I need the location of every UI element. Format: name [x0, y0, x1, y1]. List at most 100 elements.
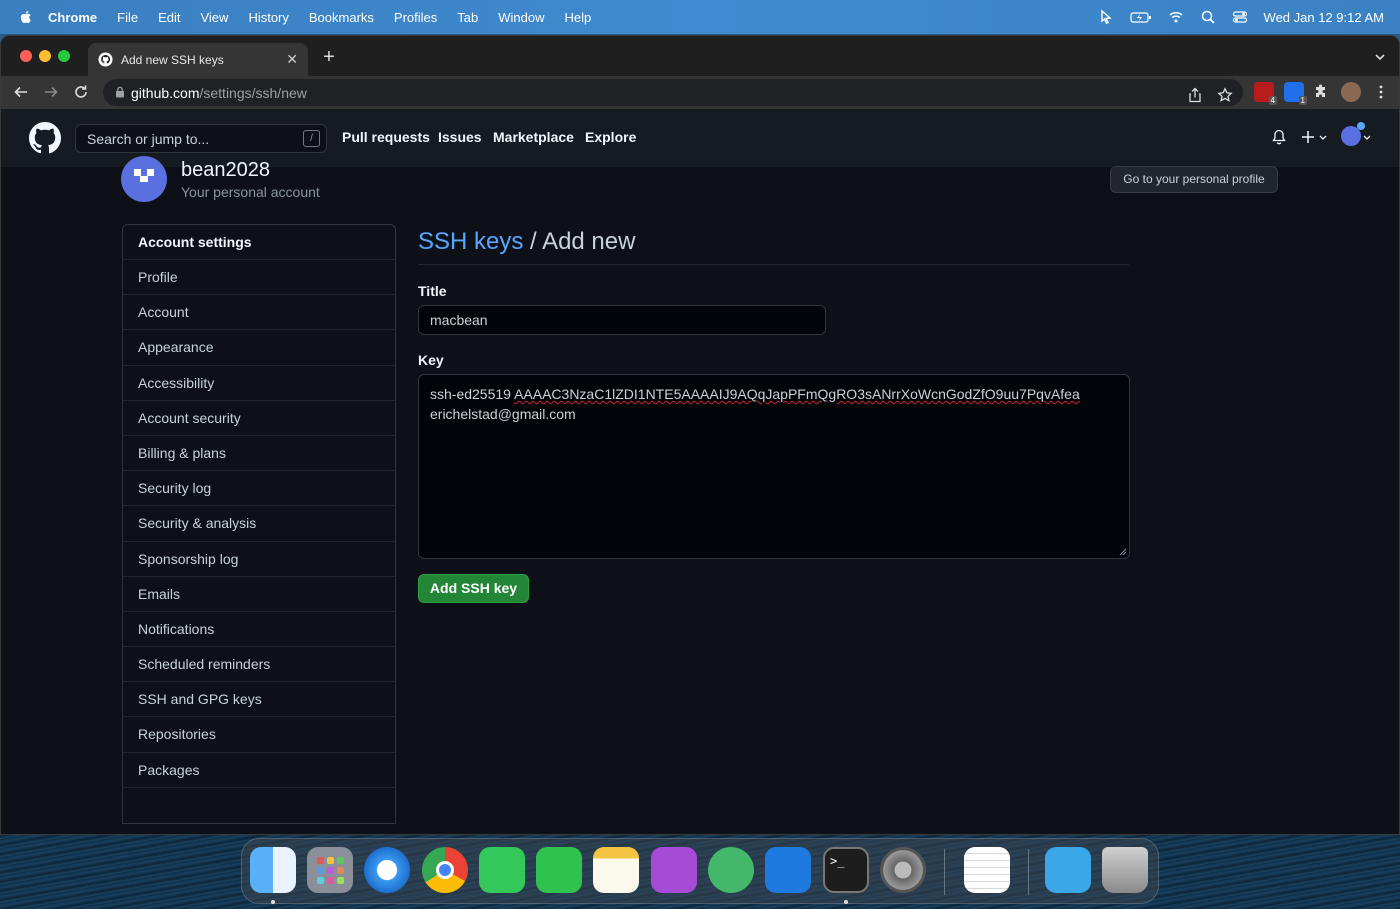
launchpad-icon[interactable]	[307, 847, 353, 893]
new-tab-button[interactable]: +	[319, 47, 339, 68]
nav-pull-requests[interactable]: Pull requests	[342, 129, 430, 145]
github-logo-icon[interactable]	[29, 122, 61, 154]
account-subtitle: Your personal account	[181, 184, 320, 200]
add-ssh-key-button[interactable]: Add SSH key	[418, 574, 529, 603]
control-center-icon[interactable]	[1232, 9, 1248, 25]
window-close-button[interactable]	[20, 50, 32, 62]
sidebar-item-security-analysis[interactable]: Security & analysis	[123, 506, 395, 542]
cursor-icon[interactable]	[1098, 9, 1114, 25]
sidebar-item-account[interactable]: Account	[123, 295, 395, 331]
resize-handle-icon[interactable]	[1119, 548, 1127, 556]
extensions-puzzle-icon[interactable]	[1313, 84, 1329, 100]
bookmark-star-icon[interactable]	[1217, 87, 1233, 103]
sidebar-heading: Account settings	[123, 225, 395, 260]
go-to-profile-button[interactable]: Go to your personal profile	[1110, 166, 1278, 193]
user-menu-avatar[interactable]	[1341, 122, 1365, 146]
key-body: AAAAC3NzaC1lZDI1NTE5AAAAIJ9AQqJapPFmQgRO…	[514, 386, 1080, 402]
terminal-icon[interactable]: >_	[823, 847, 869, 893]
facetime-icon[interactable]	[536, 847, 582, 893]
sidebar-item-profile[interactable]: Profile	[123, 260, 395, 296]
github-favicon-icon	[98, 52, 113, 67]
textedit-icon[interactable]	[964, 847, 1010, 893]
apple-icon[interactable]	[18, 9, 34, 25]
breadcrumb-current: Add new	[542, 228, 636, 255]
menubar-clock[interactable]: Wed Jan 12 9:12 AM	[1264, 10, 1384, 25]
messages-icon[interactable]	[479, 847, 525, 893]
sidebar-item-packages[interactable]: Packages	[123, 753, 395, 788]
chrome-profile-avatar[interactable]	[1341, 82, 1361, 102]
menu-help[interactable]: Help	[565, 10, 592, 25]
bitwarden-extension-icon[interactable]: 1	[1284, 82, 1307, 105]
finder-running-dot	[271, 900, 275, 904]
sidebar-item-emails[interactable]: Emails	[123, 577, 395, 612]
title-field[interactable]	[418, 305, 826, 335]
dock: >_	[241, 838, 1159, 904]
window-zoom-button[interactable]	[58, 50, 70, 62]
chrome-icon-center	[436, 861, 454, 879]
tab-title: Add new SSH keys	[121, 52, 224, 67]
share-icon[interactable]	[1187, 87, 1203, 103]
chrome-menu-kebab-icon[interactable]	[1373, 84, 1389, 100]
account-avatar[interactable]	[121, 156, 167, 202]
sidebar-item-security-log[interactable]: Security log	[123, 471, 395, 507]
sidebar-item-repositories[interactable]: Repositories	[123, 717, 395, 753]
search-shortcut-key: /	[303, 130, 320, 147]
spotlight-search-icon[interactable]	[1200, 9, 1216, 25]
window-minimize-button[interactable]	[39, 50, 51, 62]
menu-bookmarks[interactable]: Bookmarks	[309, 10, 374, 25]
battery-icon[interactable]	[1129, 9, 1152, 25]
menu-app-chrome[interactable]: Chrome	[48, 10, 97, 25]
sidebar-item-sponsorship-log[interactable]: Sponsorship log	[123, 542, 395, 577]
account-username[interactable]: bean2028	[181, 159, 270, 182]
finder-icon[interactable]	[250, 847, 296, 893]
key-comment: erichelstad@gmail.com	[430, 406, 576, 422]
breadcrumb-ssh-keys-link[interactable]: SSH keys	[418, 228, 523, 255]
ublock-extension-icon[interactable]: 4	[1254, 82, 1277, 105]
url-path: /settings/ssh/new	[199, 84, 307, 101]
menu-view[interactable]: View	[200, 10, 228, 25]
menu-edit[interactable]: Edit	[158, 10, 180, 25]
xcode-icon[interactable]	[765, 847, 811, 893]
notes-icon[interactable]	[593, 847, 639, 893]
menu-file[interactable]: File	[117, 10, 138, 25]
safari-icon[interactable]	[364, 847, 410, 893]
sidebar-item-billing[interactable]: Billing & plans	[123, 436, 395, 472]
trash-icon[interactable]	[1102, 847, 1148, 893]
dock-separator	[944, 849, 945, 895]
tab-close-icon[interactable]: ✕	[286, 51, 298, 68]
menu-window[interactable]: Window	[498, 10, 544, 25]
menu-tab[interactable]: Tab	[457, 10, 478, 25]
forward-arrow-icon[interactable]	[43, 84, 59, 100]
nav-marketplace[interactable]: Marketplace	[493, 129, 574, 145]
podcasts-icon[interactable]	[651, 847, 697, 893]
key-textarea[interactable]: ssh-ed25519 AAAAC3NzaC1lZDI1NTE5AAAAIJ9A…	[418, 374, 1130, 559]
chrome-icon[interactable]	[422, 847, 468, 893]
tab-search-chevron-icon[interactable]	[1373, 50, 1387, 64]
nav-issues[interactable]: Issues	[438, 129, 482, 145]
sidebar-item-scheduled-reminders[interactable]: Scheduled reminders	[123, 647, 395, 683]
notifications-bell-icon[interactable]	[1271, 129, 1287, 145]
system-preferences-icon[interactable]	[880, 847, 926, 893]
sidebar-item-appearance[interactable]: Appearance	[123, 330, 395, 366]
page-title: SSH keys / Add new	[418, 228, 635, 256]
nav-explore[interactable]: Explore	[585, 129, 636, 145]
lock-icon[interactable]	[115, 86, 125, 98]
sidebar-item-accessibility[interactable]: Accessibility	[123, 366, 395, 401]
github-search-input[interactable]: Search or jump to... /	[75, 124, 327, 153]
address-bar[interactable]: github.com/settings/ssh/new	[103, 79, 1243, 106]
user-menu-chevron-icon[interactable]	[1362, 129, 1372, 145]
sidebar-item-account-security[interactable]: Account security	[123, 401, 395, 436]
create-new-plus-icon[interactable]	[1301, 129, 1329, 145]
sidebar-item-notifications[interactable]: Notifications	[123, 612, 395, 648]
reload-icon[interactable]	[73, 84, 89, 100]
tab-add-new-ssh-keys[interactable]: Add new SSH keys ✕	[88, 43, 308, 76]
menu-history[interactable]: History	[248, 10, 288, 25]
menu-profiles[interactable]: Profiles	[394, 10, 437, 25]
key-type: ssh-ed25519	[430, 386, 515, 402]
downloads-folder-icon[interactable]	[1045, 847, 1091, 893]
git-client-icon[interactable]	[708, 847, 754, 893]
back-arrow-icon[interactable]	[13, 84, 29, 100]
wifi-icon[interactable]	[1168, 9, 1184, 25]
settings-sidebar: Account settings Profile Account Appeara…	[122, 224, 396, 824]
sidebar-item-ssh-gpg-keys[interactable]: SSH and GPG keys	[123, 682, 395, 718]
